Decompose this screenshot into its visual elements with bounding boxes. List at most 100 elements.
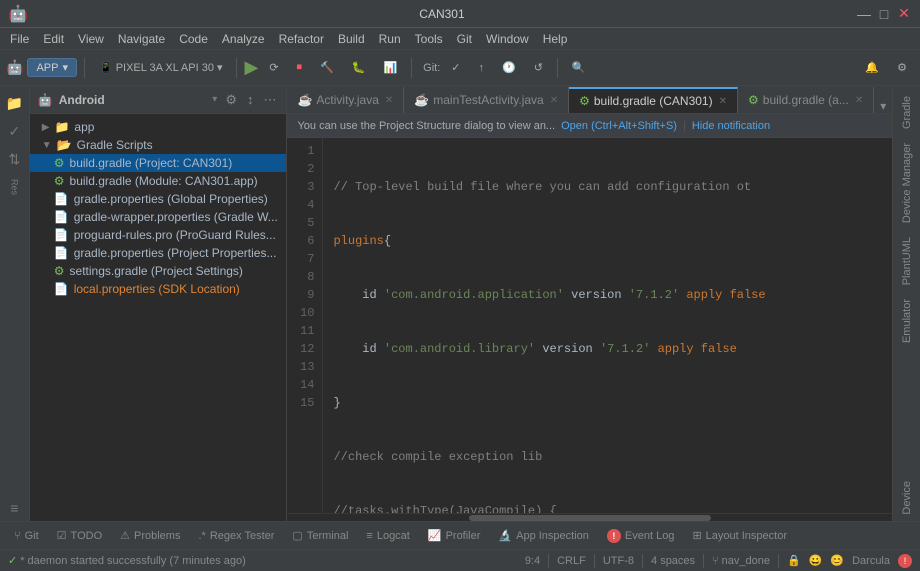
tree-item-file-4[interactable]: 📄 proguard-rules.pro (ProGuard Rules... (30, 226, 287, 244)
gradle-file-icon-0: ⚙ (54, 156, 65, 170)
pro-file-icon-4: 📄 (54, 228, 69, 242)
minimize-button[interactable]: — (856, 6, 872, 22)
menu-analyze[interactable]: Analyze (216, 30, 271, 48)
project-settings-button[interactable]: ⚙ (223, 90, 239, 110)
bottom-tab-layout-inspector[interactable]: ⊞ Layout Inspector (684, 524, 795, 548)
menu-window[interactable]: Window (480, 30, 535, 48)
tree-item-file-6[interactable]: ⚙ settings.gradle (Project Settings) (30, 262, 287, 280)
notifications-button[interactable]: 🔔 (858, 56, 886, 80)
menu-file[interactable]: File (4, 30, 35, 48)
lock-icon-status: 🔒 (787, 554, 801, 567)
h-scrollbar[interactable] (287, 513, 892, 521)
rerun-button[interactable]: ⟳ (262, 56, 285, 80)
profile-button[interactable]: 📊 (376, 56, 404, 80)
bottom-tab-event-log[interactable]: ! Event Log (599, 524, 683, 548)
tree-item-file-2[interactable]: 📄 gradle.properties (Global Properties) (30, 190, 287, 208)
code-editor[interactable]: 1 2 3 4 5 6 7 8 9 10 11 12 13 14 15 // T… (287, 138, 892, 513)
sidebar-item-plantuml[interactable]: PlantUML (899, 231, 915, 291)
debug-button[interactable]: 🐛 (345, 56, 373, 80)
search-everywhere-button[interactable]: 🔍 (565, 56, 593, 80)
tab-activity-java[interactable]: ☕ Activity.java ✕ (287, 87, 404, 113)
menu-build[interactable]: Build (332, 30, 371, 48)
notification-link-open[interactable]: Open (Ctrl+Alt+Shift+S) (561, 120, 677, 132)
git-undo-button[interactable]: ↺ (527, 56, 550, 80)
menu-git[interactable]: Git (451, 30, 478, 48)
menu-bar: File Edit View Navigate Code Analyze Ref… (0, 28, 920, 50)
menu-refactor[interactable]: Refactor (273, 30, 330, 48)
code-line-1: // Top-level build file where you can ad… (333, 178, 882, 196)
tree-item-file-7[interactable]: 📄 local.properties (SDK Location) (30, 280, 287, 298)
sidebar-item-device[interactable]: Device (899, 475, 915, 521)
bottom-tab-regex-tester[interactable]: .* Regex Tester (190, 524, 282, 548)
sidebar-item-commit[interactable]: ✓ (1, 118, 27, 144)
tab-build-gradle-2[interactable]: ⚙ build.gradle (a... ✕ (738, 87, 874, 113)
device-selector-button[interactable]: 📱 PIXEL 3A XL API 30 ▾ (92, 56, 230, 80)
code-content[interactable]: // Top-level build file where you can ad… (323, 138, 892, 513)
tab-overflow-button[interactable]: ▾ (874, 99, 892, 113)
cursor-position[interactable]: 9:4 (525, 555, 540, 567)
menu-navigate[interactable]: Navigate (112, 30, 171, 48)
close-button[interactable]: ✕ (896, 6, 912, 22)
sync-button[interactable]: 🔨 (313, 56, 341, 80)
line-ending[interactable]: CRLF (557, 555, 586, 567)
sidebar-item-project[interactable]: 📁 (1, 90, 27, 116)
git-branch-icon: ⑂ (712, 555, 719, 567)
sidebar-item-gradle[interactable]: Gradle (899, 90, 915, 135)
tab-build-gradle[interactable]: ⚙ build.gradle (CAN301) ✕ (569, 87, 738, 113)
encoding[interactable]: UTF-8 (603, 555, 634, 567)
menu-run[interactable]: Run (373, 30, 407, 48)
tree-item-root[interactable]: ▶ 📁 app (30, 118, 287, 136)
bottom-tab-app-inspection[interactable]: 🔬 App Inspection (490, 524, 596, 548)
sidebar-item-resource-manager[interactable]: Res (1, 174, 27, 200)
bottom-tab-label-event-log: Event Log (625, 530, 675, 542)
tab-close-3[interactable]: ✕ (855, 95, 863, 106)
bottom-tab-profiler[interactable]: 📈 Profiler (420, 524, 489, 548)
project-collapse-button[interactable]: ↕ (245, 90, 256, 109)
notifications-badge[interactable]: ! (898, 554, 912, 568)
tree-item-gradle-scripts[interactable]: ▼ 📂 Gradle Scripts (30, 136, 287, 154)
settings-button[interactable]: ⚙ (890, 56, 914, 80)
app-selector-button[interactable]: APP ▾ (27, 58, 77, 77)
tree-item-file-1[interactable]: ⚙ build.gradle (Module: CAN301.app) (30, 172, 287, 190)
tree-item-file-0[interactable]: ⚙ build.gradle (Project: CAN301) (30, 154, 287, 172)
git-history-button[interactable]: 🕐 (495, 56, 523, 80)
menu-help[interactable]: Help (537, 30, 574, 48)
sidebar-item-pull-requests[interactable]: ⇅ (1, 146, 27, 172)
menu-view[interactable]: View (72, 30, 110, 48)
bottom-tab-label-profiler: Profiler (446, 530, 481, 542)
tree-item-file-5[interactable]: 📄 gradle.properties (Project Properties.… (30, 244, 287, 262)
menu-edit[interactable]: Edit (37, 30, 70, 48)
run-button[interactable]: ▶ (244, 57, 258, 78)
maximize-button[interactable]: □ (876, 6, 892, 22)
bottom-tab-problems[interactable]: ⚠ Problems (112, 524, 188, 548)
menu-code[interactable]: Code (173, 30, 214, 48)
tab-label-2: build.gradle (CAN301) (594, 94, 713, 108)
tab-close-1[interactable]: ✕ (550, 95, 558, 106)
sidebar-item-structure[interactable]: ≡ (1, 495, 27, 521)
git-update-button[interactable]: ✓ (444, 56, 467, 80)
sidebar-item-device-manager[interactable]: Device Manager (899, 137, 915, 229)
bottom-tab-logcat[interactable]: ≡ Logcat (358, 524, 417, 548)
line-numbers: 1 2 3 4 5 6 7 8 9 10 11 12 13 14 15 (287, 138, 323, 513)
username[interactable]: Darcula (852, 555, 890, 567)
notification-link-hide[interactable]: Hide notification (692, 120, 770, 132)
java-file-icon: ☕ (297, 93, 312, 107)
sidebar-item-emulator[interactable]: Emulator (899, 293, 915, 349)
bottom-tab-terminal[interactable]: ▢ Terminal (284, 524, 356, 548)
git-branch[interactable]: ⑂ nav_done (712, 555, 770, 567)
indent[interactable]: 4 spaces (651, 555, 695, 567)
tab-close-2[interactable]: ✕ (719, 96, 727, 107)
bottom-tab-git[interactable]: ⑂ Git (6, 524, 47, 548)
tab-close-0[interactable]: ✕ (385, 95, 393, 106)
tab-main-test-java[interactable]: ☕ mainTestActivity.java ✕ (404, 87, 569, 113)
tree-item-file-3[interactable]: 📄 gradle-wrapper.properties (Gradle W... (30, 208, 287, 226)
git-push-button[interactable]: ↑ (472, 56, 492, 80)
bottom-tab-todo[interactable]: ☑ TODO (49, 524, 110, 548)
terminal-icon: ▢ (292, 529, 302, 542)
project-more-button[interactable]: ⋯ (261, 90, 278, 110)
line-num-14: 14 (287, 376, 314, 394)
line-num-1: 1 (287, 142, 314, 160)
menu-tools[interactable]: Tools (409, 30, 449, 48)
device-label: PIXEL 3A XL API 30 (116, 62, 214, 74)
stop-button[interactable]: ⏹ (290, 56, 310, 80)
